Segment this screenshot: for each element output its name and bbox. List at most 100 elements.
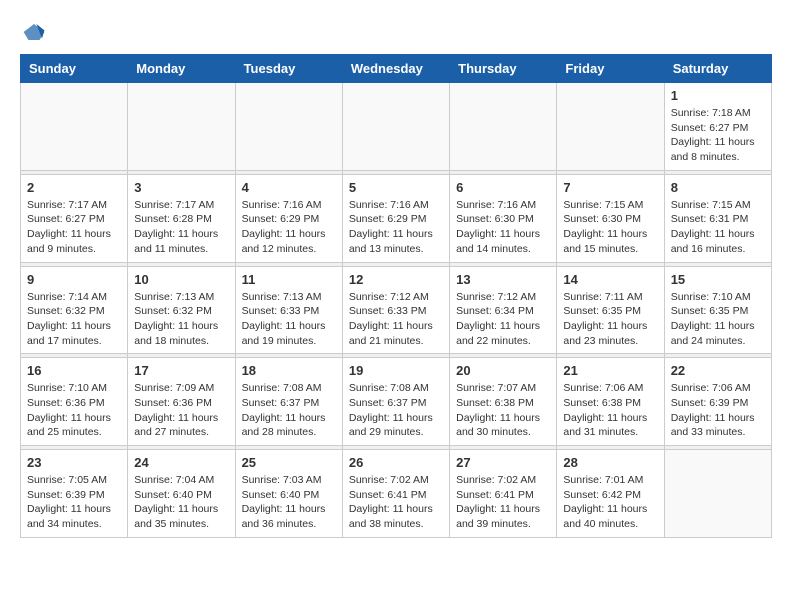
calendar-cell: 25 Sunrise: 7:03 AM Sunset: 6:40 PM Dayli…	[235, 450, 342, 538]
day-info: Sunrise: 7:02 AM Sunset: 6:41 PM Dayligh…	[349, 473, 443, 532]
calendar-cell: 3 Sunrise: 7:17 AM Sunset: 6:28 PM Daylig…	[128, 174, 235, 262]
day-number: 25	[242, 455, 336, 470]
day-number: 20	[456, 363, 550, 378]
day-number: 5	[349, 180, 443, 195]
weekday-header: Friday	[557, 55, 664, 83]
day-info: Sunrise: 7:17 AM Sunset: 6:28 PM Dayligh…	[134, 198, 228, 257]
calendar-cell: 20 Sunrise: 7:07 AM Sunset: 6:38 PM Dayli…	[450, 358, 557, 446]
day-number: 8	[671, 180, 765, 195]
day-info: Sunrise: 7:17 AM Sunset: 6:27 PM Dayligh…	[27, 198, 121, 257]
day-number: 6	[456, 180, 550, 195]
calendar-cell	[664, 450, 771, 538]
day-info: Sunrise: 7:14 AM Sunset: 6:32 PM Dayligh…	[27, 290, 121, 349]
day-number: 11	[242, 272, 336, 287]
day-info: Sunrise: 7:08 AM Sunset: 6:37 PM Dayligh…	[242, 381, 336, 440]
weekday-header: Monday	[128, 55, 235, 83]
day-number: 4	[242, 180, 336, 195]
calendar-week-row: 2 Sunrise: 7:17 AM Sunset: 6:27 PM Daylig…	[21, 174, 772, 262]
day-number: 28	[563, 455, 657, 470]
calendar-cell: 10 Sunrise: 7:13 AM Sunset: 6:32 PM Dayli…	[128, 266, 235, 354]
day-number: 23	[27, 455, 121, 470]
day-number: 9	[27, 272, 121, 287]
calendar-cell: 16Sunrise: 7:10 AM Sunset: 6:36 PM Dayli…	[21, 358, 128, 446]
logo	[20, 20, 46, 44]
logo-icon	[22, 20, 46, 44]
calendar-cell: 13 Sunrise: 7:12 AM Sunset: 6:34 PM Dayli…	[450, 266, 557, 354]
calendar-cell: 28 Sunrise: 7:01 AM Sunset: 6:42 PM Dayli…	[557, 450, 664, 538]
calendar-week-row: 23 Sunrise: 7:05 AM Sunset: 6:39 PM Dayli…	[21, 450, 772, 538]
weekday-header-row: SundayMondayTuesdayWednesdayThursdayFrid…	[21, 55, 772, 83]
calendar-cell: 22 Sunrise: 7:06 AM Sunset: 6:39 PM Dayli…	[664, 358, 771, 446]
calendar-cell: 24 Sunrise: 7:04 AM Sunset: 6:40 PM Dayli…	[128, 450, 235, 538]
day-number: 22	[671, 363, 765, 378]
day-info: Sunrise: 7:15 AM Sunset: 6:30 PM Dayligh…	[563, 198, 657, 257]
calendar-cell: 9 Sunrise: 7:14 AM Sunset: 6:32 PM Daylig…	[21, 266, 128, 354]
day-info: Sunrise: 7:09 AM Sunset: 6:36 PM Dayligh…	[134, 381, 228, 440]
weekday-header: Thursday	[450, 55, 557, 83]
calendar-cell: 15 Sunrise: 7:10 AM Sunset: 6:35 PM Dayli…	[664, 266, 771, 354]
calendar-cell: 27 Sunrise: 7:02 AM Sunset: 6:41 PM Dayli…	[450, 450, 557, 538]
day-info: Sunrise: 7:05 AM Sunset: 6:39 PM Dayligh…	[27, 473, 121, 532]
day-number: 21	[563, 363, 657, 378]
day-info: Sunrise: 7:16 AM Sunset: 6:30 PM Dayligh…	[456, 198, 550, 257]
calendar-cell: 18 Sunrise: 7:08 AM Sunset: 6:37 PM Dayli…	[235, 358, 342, 446]
weekday-header: Wednesday	[342, 55, 449, 83]
day-number: 13	[456, 272, 550, 287]
calendar-body: 1 Sunrise: 7:18 AM Sunset: 6:27 PM Daylig…	[21, 83, 772, 538]
day-number: 1	[671, 88, 765, 103]
calendar-cell	[21, 83, 128, 171]
day-number: 16	[27, 363, 121, 378]
calendar-cell: 23 Sunrise: 7:05 AM Sunset: 6:39 PM Dayli…	[21, 450, 128, 538]
day-info: Sunrise: 7:07 AM Sunset: 6:38 PM Dayligh…	[456, 381, 550, 440]
day-info: Sunrise: 7:15 AM Sunset: 6:31 PM Dayligh…	[671, 198, 765, 257]
day-number: 14	[563, 272, 657, 287]
calendar-table: SundayMondayTuesdayWednesdayThursdayFrid…	[20, 54, 772, 538]
calendar-cell: 26Sunrise: 7:02 AM Sunset: 6:41 PM Dayli…	[342, 450, 449, 538]
day-number: 27	[456, 455, 550, 470]
day-number: 3	[134, 180, 228, 195]
day-info: Sunrise: 7:06 AM Sunset: 6:38 PM Dayligh…	[563, 381, 657, 440]
day-info: Sunrise: 7:10 AM Sunset: 6:35 PM Dayligh…	[671, 290, 765, 349]
calendar-cell: 21 Sunrise: 7:06 AM Sunset: 6:38 PM Dayli…	[557, 358, 664, 446]
weekday-header: Tuesday	[235, 55, 342, 83]
day-number: 24	[134, 455, 228, 470]
day-info: Sunrise: 7:12 AM Sunset: 6:34 PM Dayligh…	[456, 290, 550, 349]
day-info: Sunrise: 7:16 AM Sunset: 6:29 PM Dayligh…	[242, 198, 336, 257]
day-info: Sunrise: 7:01 AM Sunset: 6:42 PM Dayligh…	[563, 473, 657, 532]
calendar-cell: 2 Sunrise: 7:17 AM Sunset: 6:27 PM Daylig…	[21, 174, 128, 262]
day-number: 12	[349, 272, 443, 287]
day-info: Sunrise: 7:04 AM Sunset: 6:40 PM Dayligh…	[134, 473, 228, 532]
weekday-header: Saturday	[664, 55, 771, 83]
calendar-cell: 4 Sunrise: 7:16 AM Sunset: 6:29 PM Daylig…	[235, 174, 342, 262]
day-number: 2	[27, 180, 121, 195]
calendar-cell: 12 Sunrise: 7:12 AM Sunset: 6:33 PM Dayli…	[342, 266, 449, 354]
day-info: Sunrise: 7:03 AM Sunset: 6:40 PM Dayligh…	[242, 473, 336, 532]
day-info: Sunrise: 7:06 AM Sunset: 6:39 PM Dayligh…	[671, 381, 765, 440]
calendar-cell	[128, 83, 235, 171]
weekday-header: Sunday	[21, 55, 128, 83]
calendar-week-row: 16Sunrise: 7:10 AM Sunset: 6:36 PM Dayli…	[21, 358, 772, 446]
calendar-week-row: 1 Sunrise: 7:18 AM Sunset: 6:27 PM Daylig…	[21, 83, 772, 171]
calendar-cell: 1 Sunrise: 7:18 AM Sunset: 6:27 PM Daylig…	[664, 83, 771, 171]
day-number: 17	[134, 363, 228, 378]
calendar-cell	[342, 83, 449, 171]
calendar-cell: 6 Sunrise: 7:16 AM Sunset: 6:30 PM Daylig…	[450, 174, 557, 262]
calendar-cell	[235, 83, 342, 171]
day-number: 7	[563, 180, 657, 195]
day-number: 15	[671, 272, 765, 287]
day-info: Sunrise: 7:08 AM Sunset: 6:37 PM Dayligh…	[349, 381, 443, 440]
calendar-cell: 8 Sunrise: 7:15 AM Sunset: 6:31 PM Daylig…	[664, 174, 771, 262]
day-number: 19	[349, 363, 443, 378]
day-info: Sunrise: 7:02 AM Sunset: 6:41 PM Dayligh…	[456, 473, 550, 532]
calendar-cell	[557, 83, 664, 171]
day-number: 18	[242, 363, 336, 378]
day-info: Sunrise: 7:18 AM Sunset: 6:27 PM Dayligh…	[671, 106, 765, 165]
day-info: Sunrise: 7:12 AM Sunset: 6:33 PM Dayligh…	[349, 290, 443, 349]
day-info: Sunrise: 7:16 AM Sunset: 6:29 PM Dayligh…	[349, 198, 443, 257]
day-number: 10	[134, 272, 228, 287]
calendar-cell: 11Sunrise: 7:13 AM Sunset: 6:33 PM Dayli…	[235, 266, 342, 354]
day-info: Sunrise: 7:13 AM Sunset: 6:32 PM Dayligh…	[134, 290, 228, 349]
calendar-cell: 19 Sunrise: 7:08 AM Sunset: 6:37 PM Dayli…	[342, 358, 449, 446]
calendar-cell: 17 Sunrise: 7:09 AM Sunset: 6:36 PM Dayli…	[128, 358, 235, 446]
calendar-cell	[450, 83, 557, 171]
